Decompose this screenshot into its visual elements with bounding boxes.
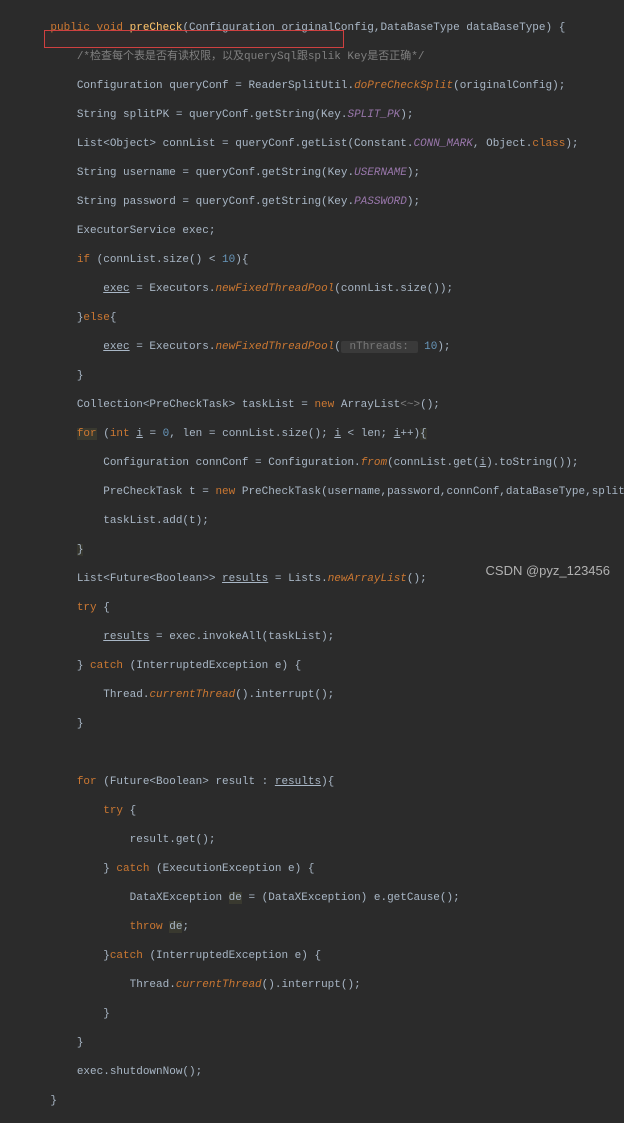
code-line: Thread.currentThread().interrupt(); (24, 978, 624, 993)
code-line: if (connList.size() < 10){ (24, 253, 624, 268)
code-line: }else{ (24, 311, 624, 326)
code-editor[interactable]: public void preCheck(Configuration origi… (0, 0, 624, 1123)
code-line: results = exec.invokeAll(taskList); (24, 630, 624, 645)
code-line: DataXException de = (DataXException) e.g… (24, 891, 624, 906)
code-line: exec.shutdownNow(); (24, 1065, 624, 1080)
code-line: List<Object> connList = queryConf.getLis… (24, 137, 624, 152)
code-line (24, 746, 624, 761)
code-line: for (Future<Boolean> result : results){ (24, 775, 624, 790)
code-line: Thread.currentThread().interrupt(); (24, 688, 624, 703)
code-line: /*检查每个表是否有读权限，以及querySql跟splik Key是否正确*/ (24, 50, 624, 65)
code-line: try { (24, 601, 624, 616)
code-line: Configuration connConf = Configuration.f… (24, 456, 624, 471)
code-line: PreCheckTask t = new PreCheckTask(userna… (24, 485, 624, 500)
code-line: exec = Executors.newFixedThreadPool(conn… (24, 282, 624, 297)
code-line: String password = queryConf.getString(Ke… (24, 195, 624, 210)
code-line: throw de; (24, 920, 624, 935)
code-line: ExecutorService exec; (24, 224, 624, 239)
code-line: } catch (ExecutionException e) { (24, 862, 624, 877)
code-line: Collection<PreCheckTask> taskList = new … (24, 398, 624, 413)
code-line: result.get(); (24, 833, 624, 848)
code-line: } (24, 543, 624, 558)
code-line: } (24, 717, 624, 732)
code-line: public void preCheck(Configuration origi… (24, 21, 624, 36)
watermark: CSDN @pyz_123456 (486, 563, 610, 578)
code-line: } (24, 1007, 624, 1022)
code-line: String username = queryConf.getString(Ke… (24, 166, 624, 181)
code-line: try { (24, 804, 624, 819)
code-line: Configuration queryConf = ReaderSplitUti… (24, 79, 624, 94)
code-line: } catch (InterruptedException e) { (24, 659, 624, 674)
code-line: taskList.add(t); (24, 514, 624, 529)
code-line: } (24, 369, 624, 384)
code-line: exec = Executors.newFixedThreadPool( nTh… (24, 340, 624, 355)
code-line: for (int i = 0, len = connList.size(); i… (24, 427, 624, 442)
code-line: } (24, 1036, 624, 1051)
code-line: }catch (InterruptedException e) { (24, 949, 624, 964)
code-line: String splitPK = queryConf.getString(Key… (24, 108, 624, 123)
code-line: } (24, 1094, 624, 1109)
